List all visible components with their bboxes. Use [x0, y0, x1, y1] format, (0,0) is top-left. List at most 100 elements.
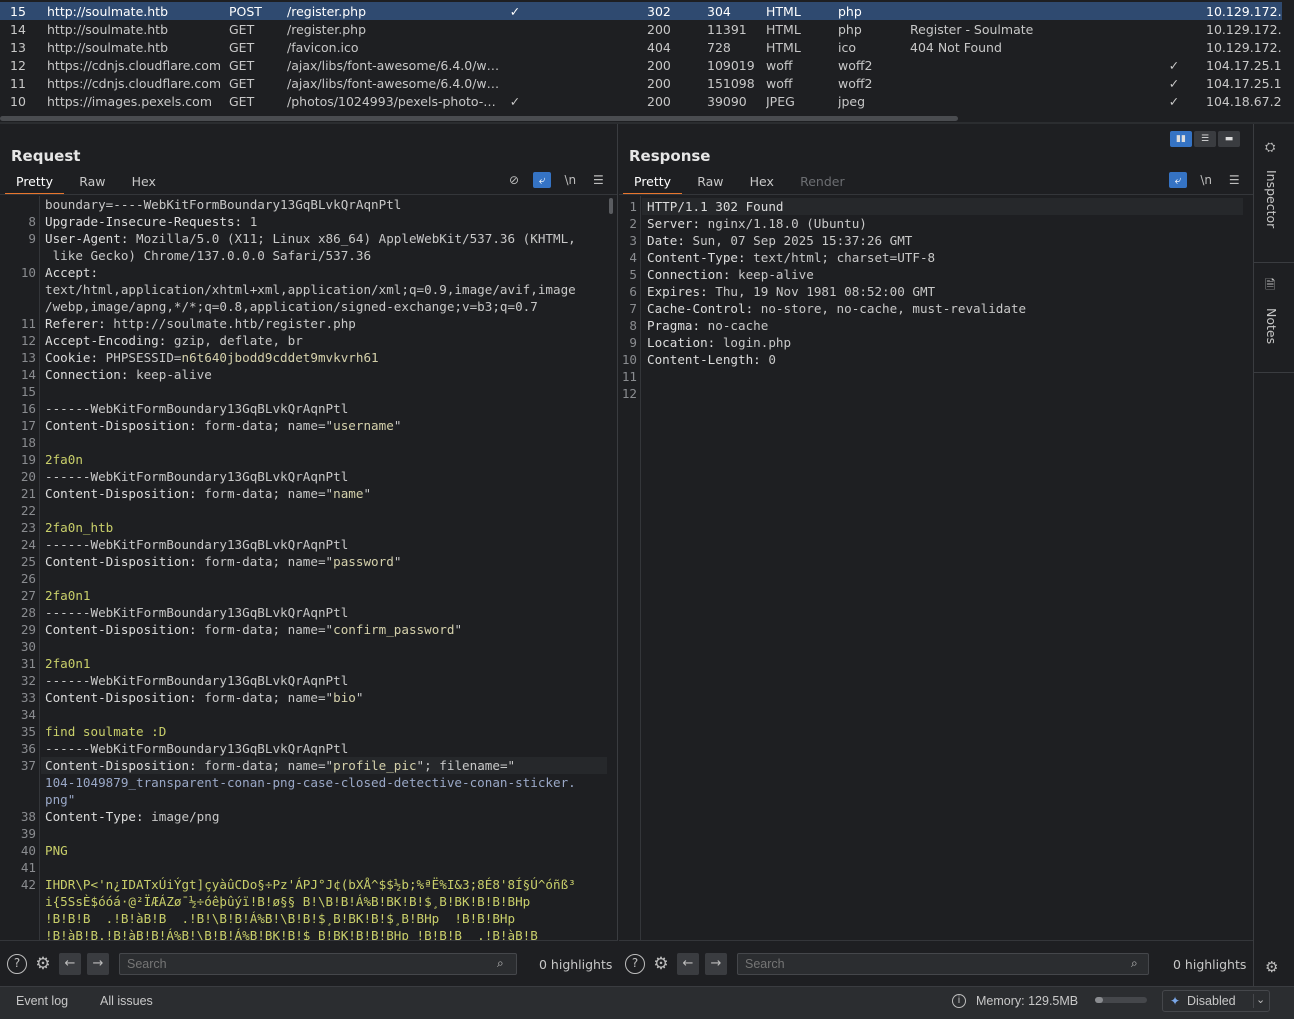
header-value: PHPSESSID=: [98, 350, 182, 365]
code-line: ------WebKitFormBoundary13GqBLvkQrAqnPtl: [45, 741, 348, 758]
response-editor[interactable]: 1 2 3 4 5 6 7 8 9 10 11 12 HTTP/1.1 302 Found Server…: [619, 196, 1253, 940]
response-tab-raw[interactable]: Raw: [686, 172, 734, 193]
newline-toggle-icon[interactable]: \n: [561, 172, 579, 188]
history-cell-mime: HTML: [766, 40, 801, 55]
response-menu-icon[interactable]: ☰: [1225, 172, 1243, 188]
history-cell-mime: HTML: [766, 22, 801, 37]
side-settings-icon[interactable]: ⚙: [1265, 958, 1278, 976]
notes-tab[interactable]: Notes: [1264, 308, 1279, 344]
hide-nonprintable-icon[interactable]: ⊘: [505, 172, 523, 188]
notes-icon[interactable]: 🗎: [1265, 276, 1275, 298]
line-number: 30: [20, 639, 36, 654]
memory-info-icon[interactable]: i: [952, 994, 966, 1008]
settings-icon[interactable]: ⚙: [33, 954, 53, 974]
line-number: 36: [20, 741, 36, 756]
header-value: Mozilla/5.0 (X11; Linux x86_64) AppleWeb…: [128, 231, 576, 246]
history-row[interactable]: 11 https://cdnjs.cloudflare.com GET/ajax/l…: [0, 74, 1282, 92]
response-tab-render[interactable]: Render: [789, 172, 856, 193]
code-line: 2fa0n1: [45, 588, 91, 605]
response-line-number: 2: [629, 216, 637, 231]
layout-tabs-icon[interactable]: ▬: [1218, 131, 1240, 147]
chevron-down-icon[interactable]: ⌄: [1256, 993, 1265, 1006]
header-value: ------WebKitFormBoundary13GqBLvkQrAqnPtl: [45, 673, 349, 688]
inspector-tab[interactable]: Inspector: [1264, 170, 1279, 228]
request-code[interactable]: boundary=----WebKitFormBoundary13GqBLvkQ…: [45, 196, 607, 940]
history-cell-num: 13: [10, 40, 26, 55]
line-number: 24: [20, 537, 36, 552]
response-line-number: 1: [629, 199, 637, 214]
header-value: find soulmate :D: [45, 724, 167, 739]
header-key: Content-Disposition:: [45, 622, 197, 637]
header-value: keep-alive: [128, 367, 212, 382]
event-log-link[interactable]: Event log: [16, 994, 68, 1008]
line-number: 39: [20, 826, 36, 841]
header-value: 2fa0n_htb: [45, 520, 114, 535]
response-code-line: Content-Type: text/html; charset=UTF-8: [647, 250, 935, 267]
response-code[interactable]: HTTP/1.1 302 Found Server: nginx/1.18.0 (…: [647, 196, 1243, 940]
header-value: 2fa0n: [45, 452, 83, 467]
history-row[interactable]: 13 http://soulmate.htb GET/favicon.ico 404 7…: [0, 38, 1282, 56]
response-code-line: Content-Length: 0: [647, 352, 776, 369]
request-tab-pretty[interactable]: Pretty: [5, 172, 65, 195]
request-menu-icon[interactable]: ☰: [589, 172, 607, 188]
code-line: Content-Type: image/png: [45, 809, 219, 826]
request-search-input[interactable]: [119, 953, 517, 975]
line-number: 42: [20, 877, 36, 892]
code-line: ------WebKitFormBoundary13GqBLvkQrAqnPtl: [45, 537, 348, 554]
history-cell-url: /photos/1024993/pexels-photo-10...: [287, 94, 501, 109]
layout-stacked-icon[interactable]: ☰: [1194, 131, 1216, 147]
right-side-strip: ⛭ Inspector 🗎 Notes ⚙: [1253, 124, 1294, 986]
help-icon[interactable]: ?: [7, 954, 27, 974]
response-tab-hex[interactable]: Hex: [739, 172, 785, 193]
line-number: 10: [20, 265, 36, 280]
request-tab-hex[interactable]: Hex: [121, 172, 167, 193]
response-newline-toggle-icon[interactable]: \n: [1197, 172, 1215, 188]
line-number: 17: [20, 418, 36, 433]
ai-status-dropdown[interactable]: ✦ Disabled ⌄: [1162, 990, 1270, 1012]
code-line: Upgrade-Insecure-Requests: 1: [45, 214, 257, 231]
history-row[interactable]: 10 https://images.pexels.com GET/photos/10…: [0, 92, 1282, 110]
request-vertical-scrollbar[interactable]: [609, 198, 613, 214]
response-code-line: Server: nginx/1.18.0 (Ubuntu): [647, 216, 867, 233]
header-value: gzip, deflate, br: [166, 333, 303, 348]
history-row[interactable]: 14 http://soulmate.htb GET/register.php 200…: [0, 20, 1282, 38]
code-line: IHDR\P<'n¿IDATxÚiÝgt]çyàûCDo§÷Pz'ÁPJ°J¢(…: [45, 877, 576, 894]
response-search-next-button[interactable]: →: [705, 953, 727, 975]
response-header-value: Sun, 07 Sep 2025 15:37:26 GMT: [684, 233, 913, 248]
code-line: !B!àB!B.!B!àB!B!Á%B!\B!B!Á%B!BK!B!$¸B!BK…: [45, 928, 538, 940]
history-horizontal-scrollbar[interactable]: [0, 116, 958, 121]
inspector-icon[interactable]: ⛭: [1265, 140, 1275, 155]
history-row[interactable]: 15 http://soulmate.htb POST/register.php ✓ 3…: [0, 2, 1282, 20]
history-cell-status: 302: [647, 4, 671, 19]
layout-side-by-side-icon[interactable]: ▮▮: [1170, 131, 1192, 147]
response-word-wrap-icon[interactable]: ⤶: [1169, 172, 1187, 188]
history-row[interactable]: 12 https://cdnjs.cloudflare.com GET/ajax/l…: [0, 56, 1282, 74]
response-line-number: 7: [629, 301, 637, 316]
response-help-icon[interactable]: ?: [625, 954, 645, 974]
history-cell-length: 39090: [707, 94, 747, 109]
word-wrap-icon[interactable]: ⤶: [533, 172, 552, 188]
param-suffix: ": [363, 486, 372, 501]
line-number: 13: [20, 350, 36, 365]
search-next-button[interactable]: →: [87, 953, 109, 975]
all-issues-link[interactable]: All issues: [100, 994, 153, 1008]
header-value: form-data; name=": [196, 418, 334, 433]
memory-bar-fill: [1095, 997, 1103, 1003]
response-search-prev-button[interactable]: ←: [677, 953, 699, 975]
header-value: image/png: [143, 809, 220, 824]
response-line-number: 3: [629, 233, 637, 248]
request-editor[interactable]: 8 9 10 11 12 13 14 15 16 17 18 19 20 21 22 23 24 25 26 27 28…: [0, 196, 617, 940]
response-search-input[interactable]: [737, 953, 1149, 975]
response-header-key: Expires:: [647, 284, 708, 299]
request-tab-raw[interactable]: Raw: [68, 172, 116, 193]
search-prev-button[interactable]: ←: [59, 953, 81, 975]
line-number: 11: [20, 316, 36, 331]
history-cell-ext: php: [838, 22, 862, 37]
header-value: boundary=----WebKitFormBoundary13GqBLvkQ…: [45, 197, 402, 212]
code-line: Referer: http://soulmate.htb/register.ph…: [45, 316, 356, 333]
line-number: 28: [20, 605, 36, 620]
response-settings-icon[interactable]: ⚙: [651, 954, 671, 974]
code-line: text/html,application/xhtml+xml,applicat…: [45, 282, 576, 299]
response-tab-pretty[interactable]: Pretty: [623, 172, 683, 195]
line-number: 26: [20, 571, 36, 586]
